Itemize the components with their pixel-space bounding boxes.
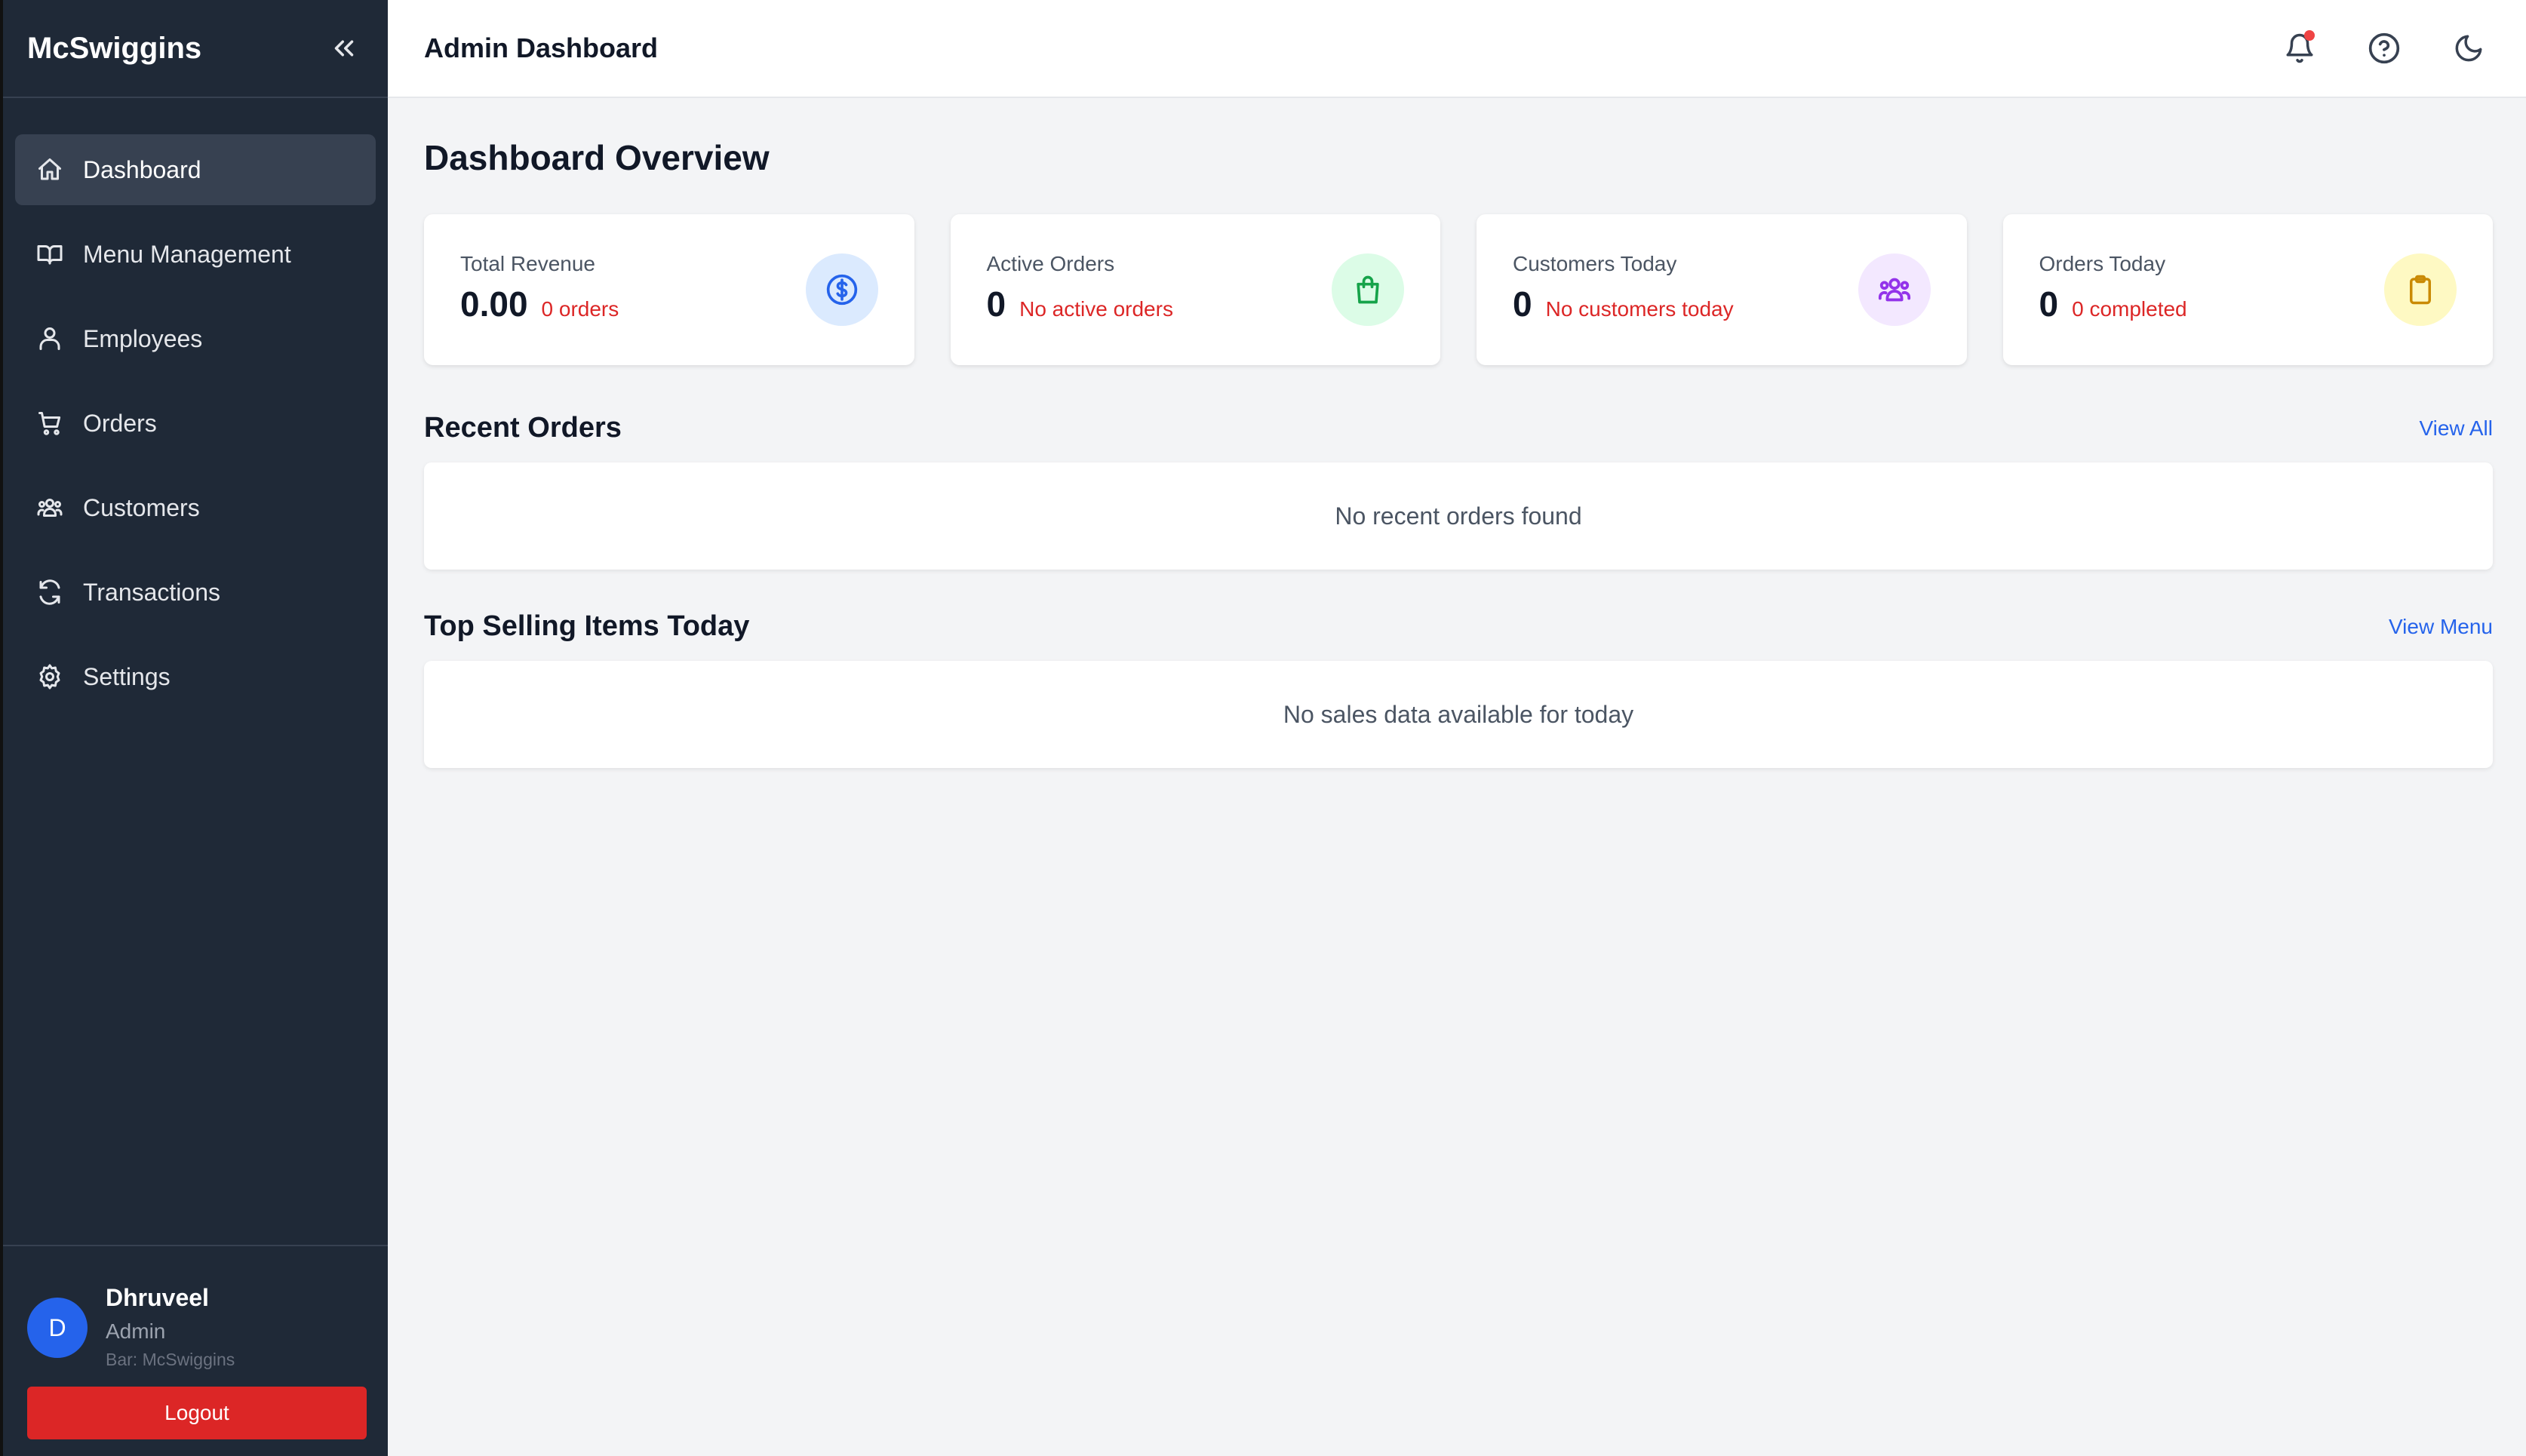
user-group-icon	[35, 493, 65, 523]
sidebar-header: McSwiggins	[3, 0, 388, 98]
shopping-bag-icon	[1332, 253, 1404, 326]
topbar-title: Admin Dashboard	[424, 32, 659, 63]
sidebar-item-label: Settings	[83, 662, 171, 690]
sidebar-footer: D Dhruveel Admin Bar: McSwiggins Logout	[3, 1245, 388, 1456]
top-selling-panel: No sales data available for today	[424, 661, 2493, 768]
brand-name: McSwiggins	[27, 31, 202, 65]
stat-card-active-orders: Active Orders 0 No active orders	[950, 214, 1440, 365]
sidebar-item-label: Orders	[83, 409, 157, 437]
notification-badge	[2304, 30, 2315, 41]
sidebar-item-label: Transactions	[83, 578, 220, 606]
help-icon	[2368, 32, 2401, 65]
book-icon	[35, 239, 65, 269]
user-role: Admin	[106, 1319, 166, 1343]
home-icon	[35, 155, 65, 185]
recent-orders-empty-message: No recent orders found	[1335, 502, 1582, 530]
sidebar-nav: Dashboard Menu Management Employees Orde…	[3, 98, 388, 712]
clipboard-icon	[2384, 253, 2457, 326]
sidebar: McSwiggins Dashboard Menu Management Emp…	[0, 0, 388, 1456]
user-name: Dhruveel	[106, 1284, 209, 1311]
card-subtext: 0 orders	[541, 297, 619, 321]
sidebar-item-orders[interactable]: Orders	[15, 388, 376, 459]
stat-cards: Total Revenue 0.00 0 orders Active Order…	[424, 214, 2493, 365]
logout-button[interactable]: Logout	[27, 1387, 367, 1439]
sidebar-item-label: Dashboard	[83, 155, 201, 183]
moon-icon	[2453, 32, 2485, 64]
sidebar-item-menu-management[interactable]: Menu Management	[15, 219, 376, 290]
topbar: Admin Dashboard	[388, 0, 2526, 98]
notifications-button[interactable]	[2279, 27, 2321, 69]
top-selling-title: Top Selling Items Today	[424, 610, 750, 642]
card-subtext: No active orders	[1019, 297, 1173, 321]
cart-icon	[35, 408, 65, 438]
sidebar-item-label: Menu Management	[83, 240, 291, 268]
user-bar: Bar: McSwiggins	[106, 1350, 235, 1369]
view-all-link[interactable]: View All	[2419, 416, 2493, 441]
sidebar-item-settings[interactable]: Settings	[15, 641, 376, 712]
card-value: 0	[2039, 284, 2059, 324]
theme-toggle-button[interactable]	[2448, 27, 2490, 69]
refresh-icon	[35, 577, 65, 607]
page-title: Dashboard Overview	[424, 138, 770, 177]
top-selling-empty-message: No sales data available for today	[1283, 700, 1634, 728]
user-profile: D Dhruveel Admin Bar: McSwiggins	[27, 1282, 364, 1370]
double-chevron-left-icon	[328, 32, 360, 64]
gear-icon	[35, 662, 65, 692]
dollar-icon	[805, 253, 878, 326]
sidebar-item-label: Customers	[83, 493, 200, 521]
card-subtext: 0 completed	[2072, 297, 2187, 321]
card-subtext: No customers today	[1545, 297, 1734, 321]
collapse-sidebar-button[interactable]	[323, 27, 365, 69]
sidebar-item-employees[interactable]: Employees	[15, 303, 376, 374]
card-value: 0	[986, 284, 1006, 324]
top-selling-header: Top Selling Items Today View Menu	[424, 610, 2493, 643]
avatar: D	[27, 1298, 88, 1358]
stat-card-customers-today: Customers Today 0 No customers today	[1477, 214, 1967, 365]
recent-orders-header: Recent Orders View All	[424, 412, 2493, 444]
sidebar-item-customers[interactable]: Customers	[15, 472, 376, 543]
card-value: 0	[1513, 284, 1532, 324]
user-group-icon	[1858, 253, 1931, 326]
sidebar-item-label: Employees	[83, 324, 203, 352]
users-icon	[35, 324, 65, 354]
sidebar-item-transactions[interactable]: Transactions	[15, 557, 376, 628]
stat-card-orders-today: Orders Today 0 0 completed	[2002, 214, 2493, 365]
card-value: 0.00	[460, 284, 528, 324]
main-content: Dashboard Overview Total Revenue 0.00 0 …	[424, 98, 2493, 768]
view-menu-link[interactable]: View Menu	[2389, 615, 2493, 639]
sidebar-item-dashboard[interactable]: Dashboard	[15, 134, 376, 205]
help-button[interactable]	[2363, 27, 2405, 69]
recent-orders-title: Recent Orders	[424, 412, 622, 444]
recent-orders-panel: No recent orders found	[424, 462, 2493, 570]
stat-card-total-revenue: Total Revenue 0.00 0 orders	[424, 214, 914, 365]
